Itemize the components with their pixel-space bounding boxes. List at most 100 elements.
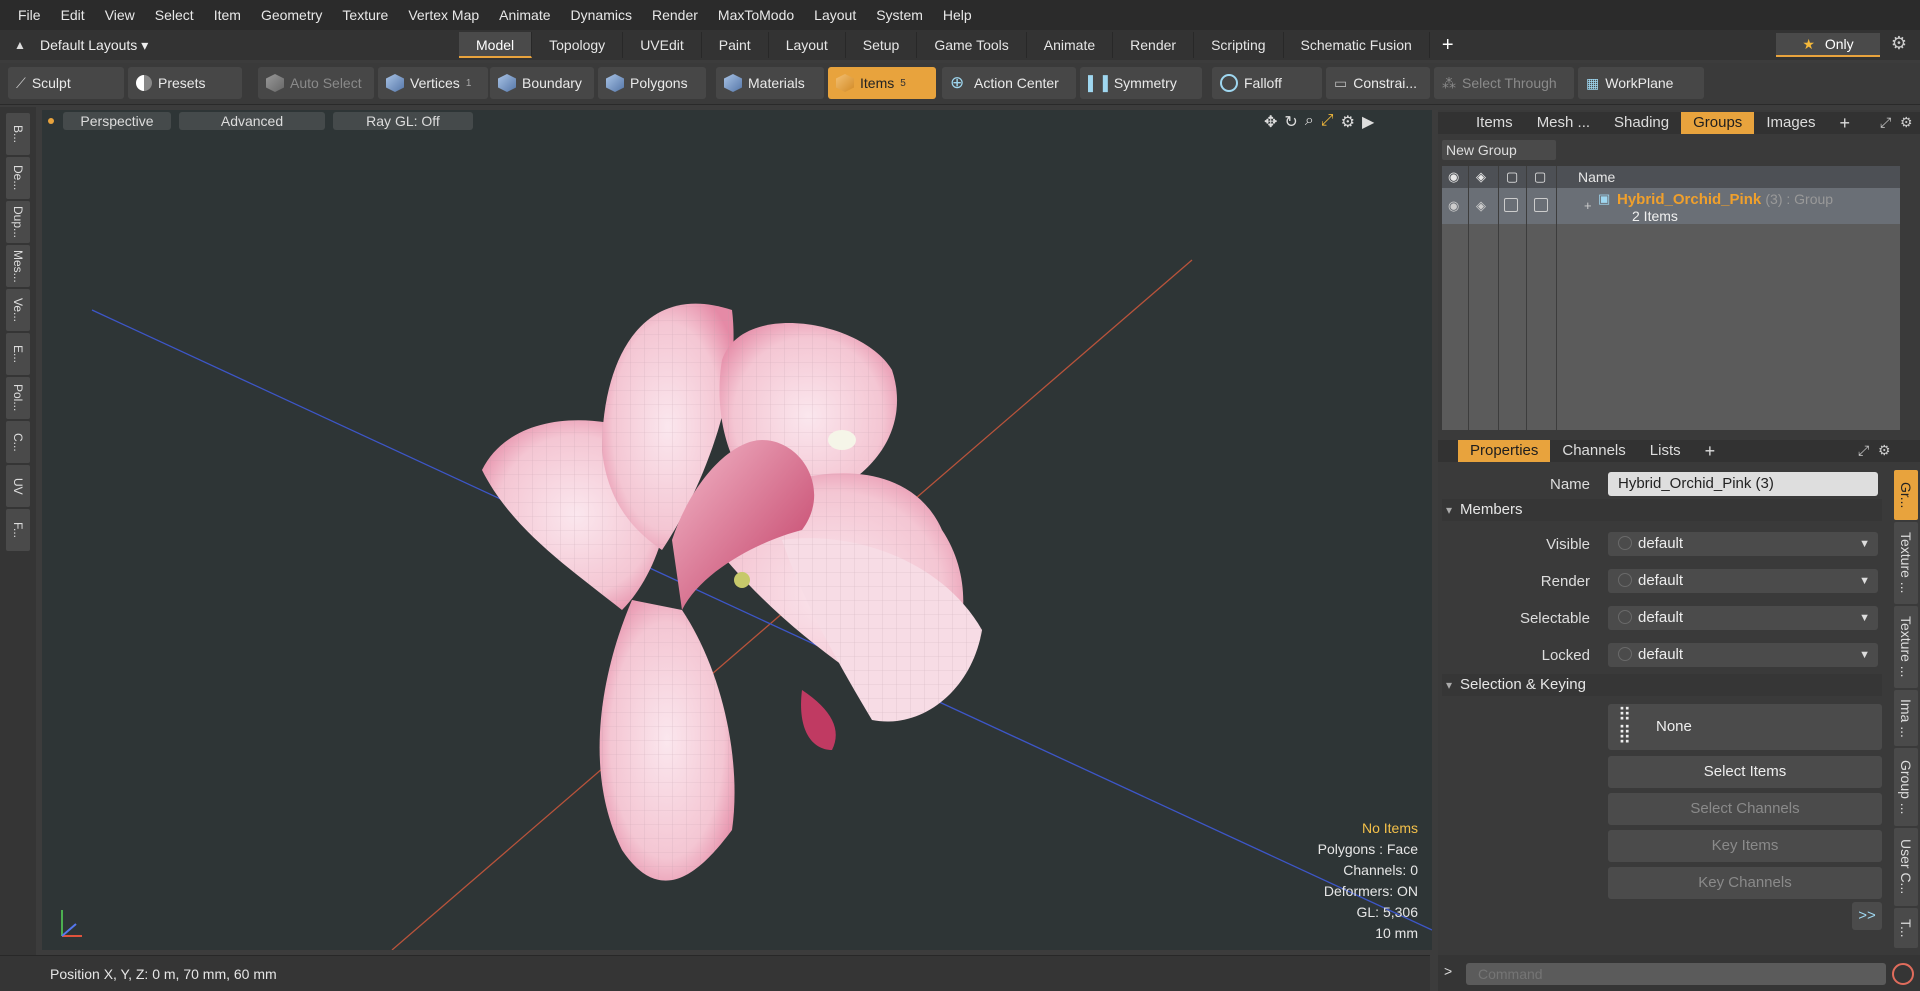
raygl-button[interactable]: Ray GL: Off — [333, 112, 473, 130]
expand-arrow-icon[interactable]: ▶ — [1362, 112, 1374, 132]
left-tab-duplicate[interactable]: Dup... — [6, 201, 30, 243]
materials-button[interactable]: Materials — [716, 67, 824, 99]
name-column-header[interactable]: Name — [1578, 169, 1615, 185]
select-through-button[interactable]: ⁂ Select Through — [1434, 67, 1574, 99]
workplane-button[interactable]: ▦ WorkPlane — [1578, 67, 1704, 99]
left-tab-deform[interactable]: De... — [6, 157, 30, 199]
menu-render[interactable]: Render — [642, 0, 708, 30]
tab-uvedit[interactable]: UVEdit — [623, 32, 702, 58]
gear-icon[interactable]: ⚙ — [1884, 33, 1914, 54]
tab-channels[interactable]: Channels — [1550, 440, 1637, 462]
side-tab-group[interactable]: Gr... — [1894, 470, 1918, 520]
viewport-settings-icon[interactable]: ⚙ — [1341, 112, 1355, 132]
render-dropdown[interactable]: default ▼ — [1608, 569, 1878, 593]
row-eye-icon[interactable]: ◉ — [1448, 198, 1459, 214]
menu-select[interactable]: Select — [145, 0, 204, 30]
select-items-button[interactable]: Select Items — [1608, 756, 1882, 788]
row-select-checkbox[interactable] — [1534, 198, 1548, 212]
tab-properties[interactable]: Properties — [1458, 440, 1551, 462]
more-button[interactable]: >> — [1852, 902, 1882, 930]
menu-vertex-map[interactable]: Vertex Map — [398, 0, 489, 30]
tab-lists[interactable]: Lists — [1638, 440, 1693, 462]
auto-select-button[interactable]: Auto Select — [258, 67, 374, 99]
selectable-dropdown[interactable]: default ▼ — [1608, 606, 1878, 630]
group-row[interactable]: ◉ ◈ + ▣ Hybrid_Orchid_Pink (3) : Group 2… — [1442, 188, 1900, 224]
tab-layout[interactable]: Layout — [769, 32, 846, 58]
expand-panel-icon[interactable]: ⤢ — [1858, 442, 1869, 459]
new-group-button[interactable]: New Group — [1442, 140, 1556, 160]
locked-dropdown[interactable]: default ▼ — [1608, 643, 1878, 667]
left-tab-polygon[interactable]: Pol... — [6, 377, 30, 419]
key-channels-button[interactable]: Key Channels — [1608, 867, 1882, 899]
side-tab-texture-1[interactable]: Texture ... — [1894, 522, 1918, 604]
move-view-icon[interactable]: ✥ — [1264, 112, 1277, 132]
side-tab-image[interactable]: Ima ... — [1894, 690, 1918, 746]
add-properties-tab-button[interactable]: + — [1693, 440, 1728, 462]
items-button[interactable]: Items 5 — [828, 67, 936, 99]
tab-topology[interactable]: Topology — [532, 32, 624, 58]
add-tab-button[interactable]: + — [1430, 32, 1466, 58]
collapse-up-icon[interactable]: ▲ — [0, 38, 40, 52]
command-arrow-icon[interactable]: > — [1444, 963, 1452, 979]
name-field[interactable]: Hybrid_Orchid_Pink (3) — [1608, 472, 1878, 496]
vertices-button[interactable]: Vertices 1 — [378, 67, 488, 99]
symmetry-button[interactable]: ▌▐ Symmetry — [1080, 67, 1202, 99]
presets-button[interactable]: Presets — [128, 67, 242, 99]
tab-game-tools[interactable]: Game Tools — [917, 32, 1027, 58]
menu-texture[interactable]: Texture — [332, 0, 398, 30]
select-channels-button[interactable]: Select Channels — [1608, 793, 1882, 825]
side-tab-group-2[interactable]: Group ... — [1894, 748, 1918, 826]
tab-render[interactable]: Render — [1113, 32, 1195, 58]
menu-animate[interactable]: Animate — [489, 0, 560, 30]
rotate-view-icon[interactable]: ↻ — [1284, 112, 1297, 132]
command-input[interactable] — [1466, 963, 1886, 985]
menu-geometry[interactable]: Geometry — [251, 0, 332, 30]
panel-gear-icon[interactable]: ⚙ — [1878, 442, 1891, 459]
menu-dynamics[interactable]: Dynamics — [561, 0, 642, 30]
side-tab-texture-2[interactable]: Texture ... — [1894, 606, 1918, 688]
tab-items[interactable]: Items — [1464, 112, 1525, 134]
panel-gear-icon[interactable]: ⚙ — [1900, 114, 1913, 131]
3d-viewport[interactable]: Perspective Advanced Ray GL: Off ✥ ↻ ⌕ ⤢… — [42, 110, 1432, 950]
layouts-dropdown[interactable]: Default Layouts ▾ — [40, 37, 180, 54]
view-mode-button[interactable]: Perspective — [63, 112, 171, 130]
left-tab-mesh[interactable]: Mes... — [6, 245, 30, 287]
add-panel-tab-button[interactable]: + — [1828, 112, 1863, 134]
tab-schematic-fusion[interactable]: Schematic Fusion — [1284, 32, 1430, 58]
tab-groups[interactable]: Groups — [1681, 112, 1755, 134]
menu-system[interactable]: System — [866, 0, 933, 30]
zoom-view-icon[interactable]: ⌕ — [1305, 112, 1314, 132]
left-tab-uv[interactable]: UV — [6, 465, 30, 507]
members-section-header[interactable]: Members — [1442, 499, 1882, 521]
menu-view[interactable]: View — [95, 0, 145, 30]
selection-keying-section-header[interactable]: Selection & Keying — [1442, 674, 1882, 696]
left-tab-vertex[interactable]: Ve... — [6, 289, 30, 331]
menu-help[interactable]: Help — [933, 0, 982, 30]
side-tab-t[interactable]: T... — [1894, 908, 1918, 948]
menu-edit[interactable]: Edit — [51, 0, 95, 30]
polygons-button[interactable]: Polygons — [598, 67, 706, 99]
menu-layout[interactable]: Layout — [804, 0, 866, 30]
side-tab-user-channels[interactable]: User C... — [1894, 828, 1918, 906]
menu-item[interactable]: Item — [204, 0, 251, 30]
maximize-icon[interactable]: ⤢ — [1321, 112, 1334, 132]
action-center-button[interactable]: ⊕ Action Center — [942, 67, 1076, 99]
menu-file[interactable]: File — [8, 0, 51, 30]
tab-shading[interactable]: Shading — [1602, 112, 1681, 134]
tab-paint[interactable]: Paint — [702, 32, 769, 58]
tab-images[interactable]: Images — [1754, 112, 1827, 134]
boundary-button[interactable]: Boundary — [490, 67, 594, 99]
none-selection-button[interactable]: ⠿ ⣿ None — [1608, 704, 1882, 750]
expand-plus-icon[interactable]: + — [1584, 198, 1592, 213]
visible-dropdown[interactable]: default ▼ — [1608, 532, 1878, 556]
left-tab-basic[interactable]: B... — [6, 113, 30, 155]
tab-setup[interactable]: Setup — [846, 32, 918, 58]
tab-mesh[interactable]: Mesh ... — [1525, 112, 1602, 134]
left-tab-fusion[interactable]: F... — [6, 509, 30, 551]
tab-animate[interactable]: Animate — [1027, 32, 1114, 58]
key-items-button[interactable]: Key Items — [1608, 830, 1882, 862]
tab-scripting[interactable]: Scripting — [1194, 32, 1284, 58]
only-toggle[interactable]: ★ Only — [1776, 33, 1880, 57]
falloff-button[interactable]: Falloff — [1212, 67, 1322, 99]
sculpt-button[interactable]: ⟋ Sculpt — [8, 67, 124, 99]
